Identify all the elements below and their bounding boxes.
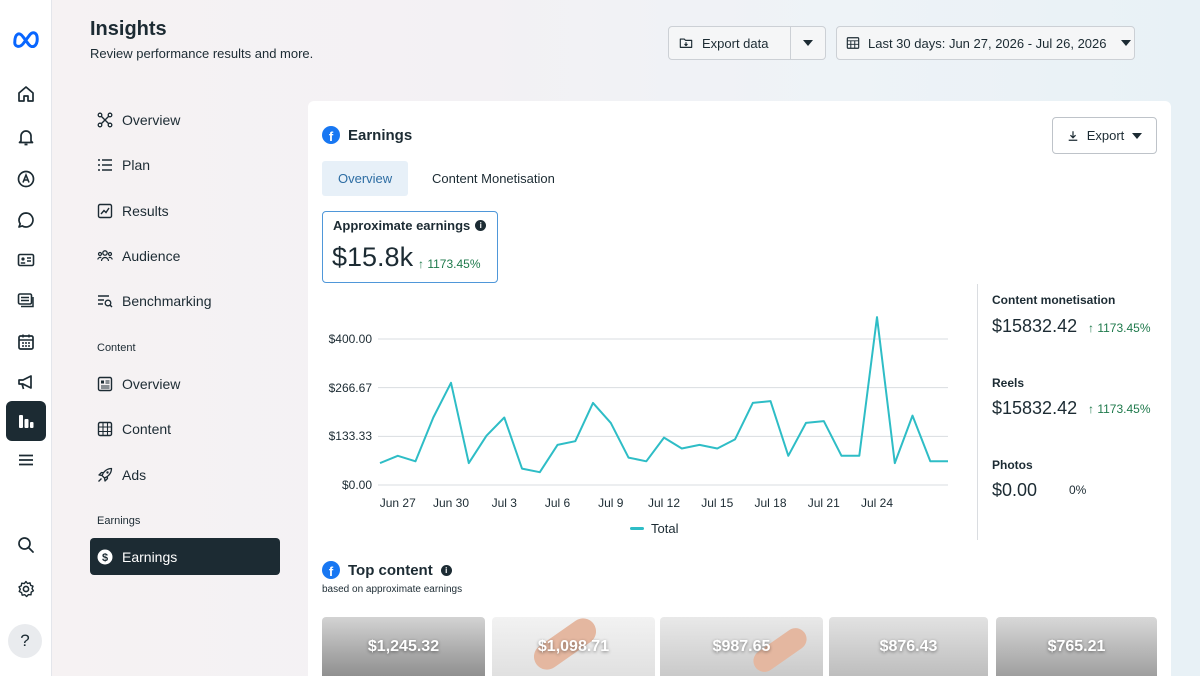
content-grid-icon bbox=[97, 421, 113, 437]
stat-photos-delta: 0% bbox=[1069, 483, 1087, 497]
x-tick-label: Jul 24 bbox=[860, 496, 894, 510]
nav-results[interactable]: Results bbox=[90, 193, 280, 229]
facebook-icon: f bbox=[322, 561, 340, 579]
top-content-earnings: $987.65 bbox=[712, 638, 771, 655]
compass-icon[interactable] bbox=[6, 159, 46, 199]
x-tick-label: Jul 12 bbox=[647, 496, 681, 510]
folder-export-icon bbox=[679, 38, 693, 48]
bell-icon[interactable] bbox=[6, 117, 46, 157]
caret-down-icon bbox=[1120, 40, 1131, 46]
nav-ads[interactable]: Ads bbox=[90, 457, 280, 493]
home-icon[interactable] bbox=[6, 74, 46, 114]
info-icon[interactable]: i bbox=[440, 564, 452, 576]
calendar-icon[interactable] bbox=[6, 322, 46, 362]
x-tick-label: Jul 3 bbox=[491, 496, 517, 510]
page-subtitle: Review performance results and more. bbox=[90, 46, 314, 61]
x-tick-label: Jul 18 bbox=[754, 496, 787, 510]
top-content-item[interactable]: $876.43 bbox=[829, 617, 988, 676]
x-tick-label: Jun 30 bbox=[432, 496, 470, 510]
legend-swatch bbox=[630, 527, 644, 530]
stat-content-monetisation-delta: ↑ 1173.45% bbox=[1088, 321, 1151, 335]
export-data-main[interactable]: Export data bbox=[669, 27, 791, 59]
top-content-subtitle: based on approximate earnings bbox=[322, 584, 463, 595]
stat-photos-value: $0.00 bbox=[992, 480, 1038, 500]
chart-plot bbox=[378, 316, 948, 486]
nav-section-earnings: Earnings bbox=[97, 515, 141, 527]
top-content-title-label: Top content bbox=[348, 561, 433, 579]
x-tick-label: Jul 9 bbox=[598, 496, 624, 510]
stat-reels-delta: ↑ 1173.45% bbox=[1088, 402, 1151, 416]
plan-icon bbox=[98, 159, 112, 171]
x-tick-label: Jun 27 bbox=[379, 496, 416, 510]
nav-label: Benchmarking bbox=[122, 293, 212, 309]
stat-photos-label: Photos bbox=[992, 458, 1033, 472]
svg-text:$: $ bbox=[102, 552, 108, 564]
x-tick-label: Jul 6 bbox=[544, 496, 571, 510]
pages-icon[interactable] bbox=[6, 280, 46, 320]
legend-label: Total bbox=[651, 521, 679, 536]
results-icon bbox=[97, 203, 113, 219]
x-tick-label: Jul 15 bbox=[701, 496, 734, 510]
help-icon[interactable]: ? bbox=[8, 624, 42, 658]
nav-plan[interactable]: Plan bbox=[90, 147, 280, 183]
nav-label: Content bbox=[122, 421, 172, 437]
nav-label: Overview bbox=[122, 112, 181, 128]
series-line-total[interactable] bbox=[379, 316, 948, 474]
earnings-card: f Earnings Export Overview Content Monet… bbox=[308, 101, 1171, 676]
date-range-picker[interactable]: Last 30 days: Jun 27, 2026 - Jul 26, 202… bbox=[836, 26, 1135, 60]
overview-icon bbox=[97, 112, 113, 128]
calendar-grid-icon bbox=[846, 37, 860, 49]
x-tick-label: Jul 21 bbox=[807, 496, 840, 510]
date-range-label: Last 30 days: Jun 27, 2026 - Jul 26, 202… bbox=[868, 35, 1107, 51]
nav-label: Earnings bbox=[122, 548, 178, 565]
top-content-earnings: $1,098.71 bbox=[537, 638, 610, 655]
nav-content[interactable]: Content bbox=[90, 411, 280, 447]
export-data-label: Export data bbox=[702, 35, 769, 51]
gear-icon[interactable] bbox=[6, 569, 46, 609]
page-title: Insights bbox=[90, 18, 167, 40]
stat-reels-label: Reels bbox=[992, 376, 1025, 390]
megaphone-icon[interactable] bbox=[6, 362, 46, 402]
top-content-item[interactable]: $1,098.71 bbox=[492, 617, 655, 676]
top-content-item[interactable]: $765.21 bbox=[996, 617, 1157, 676]
stat-content-monetisation-label: Content monetisation bbox=[992, 293, 1116, 307]
top-content-earnings: $1,245.32 bbox=[367, 638, 440, 655]
chat-icon[interactable] bbox=[6, 200, 46, 240]
top-content-item[interactable]: $1,245.32 bbox=[322, 617, 485, 676]
benchmarking-icon bbox=[98, 295, 113, 308]
caret-down-icon bbox=[803, 40, 813, 46]
search-icon[interactable] bbox=[6, 525, 46, 565]
nav-content-overview[interactable]: Overview bbox=[90, 366, 280, 402]
top-content-item[interactable]: $987.65 bbox=[660, 617, 823, 676]
nav-label: Plan bbox=[122, 157, 151, 173]
nav-label: Results bbox=[122, 203, 169, 219]
meta-logo-icon[interactable] bbox=[6, 18, 46, 58]
dollar-icon: $ bbox=[97, 549, 113, 564]
export-data-button[interactable]: Export data bbox=[668, 26, 826, 60]
nav-benchmarking[interactable]: Benchmarking bbox=[90, 283, 280, 319]
nav-overview[interactable]: Overview bbox=[90, 102, 280, 138]
nav-earnings[interactable]: $ Earnings bbox=[90, 538, 280, 575]
top-content-earnings: $765.21 bbox=[1047, 638, 1106, 655]
rocket-icon bbox=[98, 467, 113, 482]
nav-section-content: Content bbox=[97, 342, 136, 354]
stats-divider bbox=[977, 284, 978, 540]
export-data-dropdown[interactable] bbox=[791, 40, 825, 46]
stat-reels-value: $15832.42 bbox=[992, 398, 1078, 418]
chart-legend[interactable]: Total bbox=[630, 521, 678, 536]
menu-icon[interactable] bbox=[6, 440, 46, 480]
stat-content-monetisation-value: $15832.42 bbox=[992, 316, 1078, 336]
nav-audience[interactable]: Audience bbox=[90, 238, 280, 274]
top-content-earnings: $876.43 bbox=[879, 638, 938, 655]
id-card-icon[interactable] bbox=[6, 240, 46, 280]
content-overview-icon bbox=[97, 376, 113, 392]
nav-label: Audience bbox=[122, 248, 181, 264]
insights-icon[interactable] bbox=[6, 401, 46, 441]
nav-label: Ads bbox=[122, 467, 147, 483]
nav-label: Overview bbox=[122, 376, 181, 392]
top-content-title: f Top content i bbox=[322, 561, 452, 579]
icon-rail: ? bbox=[0, 0, 52, 676]
audience-icon bbox=[97, 250, 113, 262]
